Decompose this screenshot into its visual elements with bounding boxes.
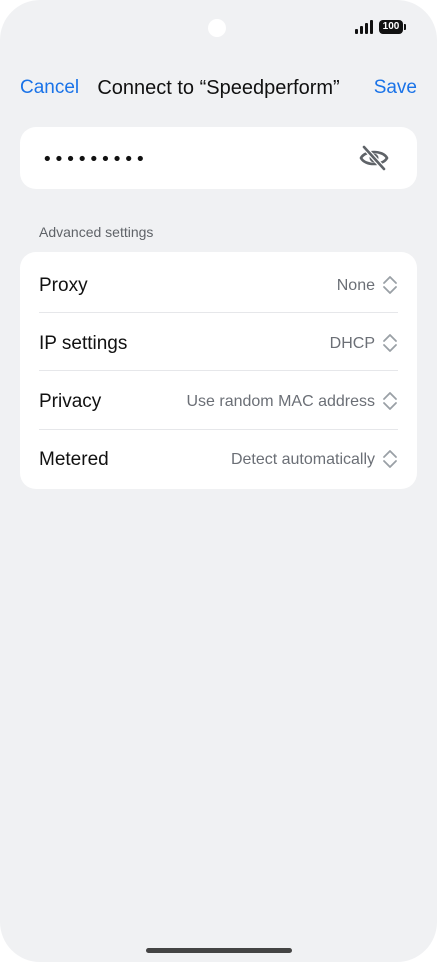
password-field[interactable] (40, 127, 344, 191)
home-indicator[interactable] (146, 948, 292, 953)
chevron-updown-icon (383, 334, 397, 352)
eye-off-icon[interactable] (359, 144, 389, 172)
advanced-settings-card: Proxy None IP settings DHCP Privacy Use … (20, 252, 417, 489)
ip-settings-row[interactable]: IP settings DHCP (20, 313, 417, 371)
ip-settings-label: IP settings (39, 333, 128, 354)
proxy-row[interactable]: Proxy None (20, 255, 417, 313)
proxy-label: Proxy (39, 275, 88, 296)
battery-level: 100 (382, 21, 400, 32)
header: Cancel Connect to “Speedperform” Save (0, 68, 437, 108)
chevron-updown-icon (383, 450, 397, 468)
privacy-value: Use random MAC address (186, 393, 375, 410)
password-card (20, 127, 417, 191)
signal-icon (355, 20, 373, 34)
save-button[interactable]: Save (374, 77, 417, 99)
metered-value: Detect automatically (230, 451, 375, 468)
ip-settings-value: DHCP (329, 335, 375, 352)
chevron-updown-icon (383, 392, 397, 410)
status-bar: 100 (355, 20, 406, 34)
chevron-updown-icon (383, 276, 397, 294)
privacy-label: Privacy (39, 391, 102, 412)
privacy-row[interactable]: Privacy Use random MAC address (20, 371, 417, 429)
battery-icon: 100 (379, 20, 406, 34)
metered-label: Metered (39, 449, 109, 470)
proxy-value: None (336, 277, 375, 294)
metered-row[interactable]: Metered Detect automatically (20, 429, 417, 487)
front-camera (208, 19, 226, 37)
advanced-settings-label: Advanced settings (39, 224, 154, 240)
page-title: Connect to “Speedperform” (97, 77, 340, 99)
screen: 100 Cancel Connect to “Speedperform” Sav… (0, 0, 437, 962)
